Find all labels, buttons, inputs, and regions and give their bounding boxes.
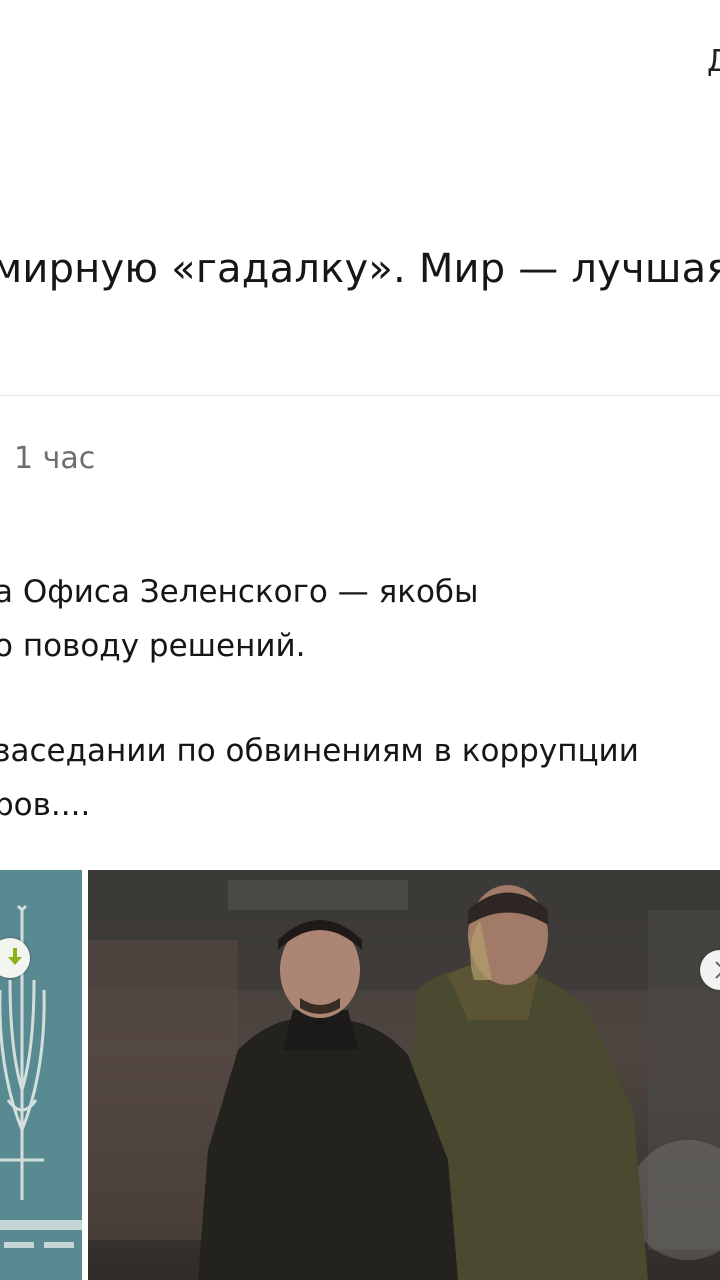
summary-line[interactable]: ров.... xyxy=(0,785,90,825)
ukraine-trident-emblem-icon xyxy=(0,870,82,1280)
image-gallery[interactable] xyxy=(0,870,720,1280)
post-timestamp: 1 час xyxy=(14,441,96,476)
summary-line[interactable]: заседании по обвинениям в коррупции xyxy=(0,731,639,771)
summary-line[interactable]: о поводу решений. xyxy=(0,626,306,666)
gallery-next-button[interactable] xyxy=(700,950,720,990)
news-feed-page: Д мирную «гадалку». Мир — лучшая 1 час а… xyxy=(0,0,720,1280)
news-photo xyxy=(88,870,720,1280)
summary-line[interactable]: а Офиса Зеленского — якобы xyxy=(0,572,479,612)
divider xyxy=(0,395,720,396)
gallery-image-emblem[interactable] xyxy=(0,870,82,1280)
gallery-image-photo[interactable] xyxy=(88,870,720,1280)
download-arrow-icon xyxy=(8,948,22,965)
chevron-right-icon xyxy=(715,961,720,979)
header-glyph: Д xyxy=(707,44,720,79)
article-headline[interactable]: мирную «гадалку». Мир — лучшая xyxy=(0,243,720,295)
